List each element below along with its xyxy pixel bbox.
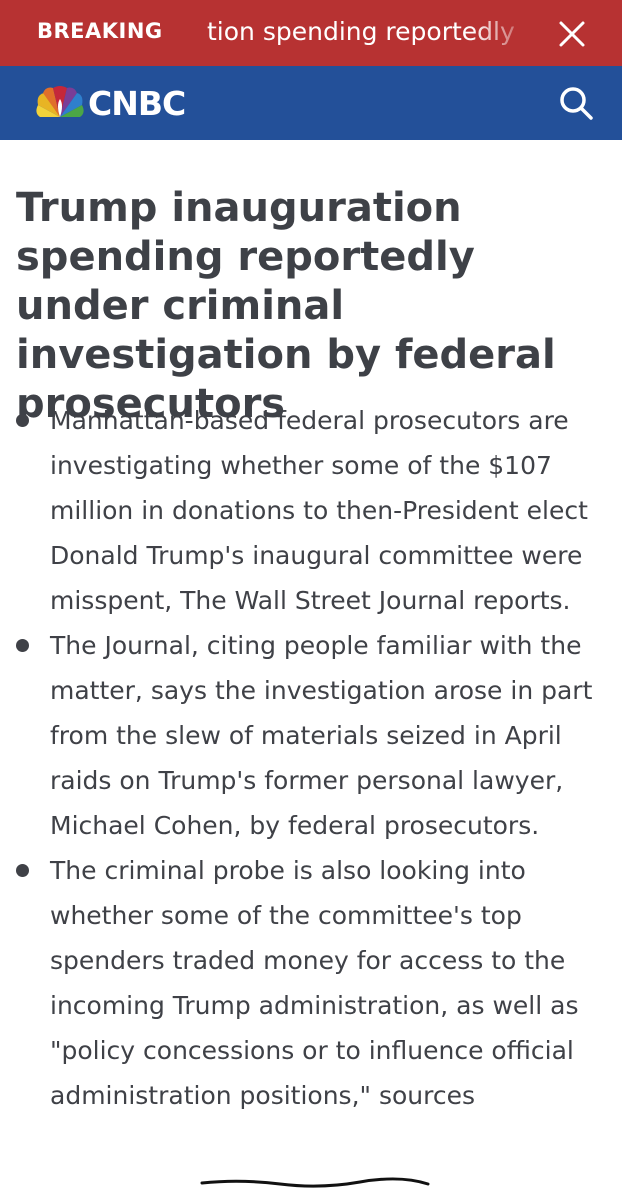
article-headline: Trump inauguration spending reportedly u… — [16, 185, 556, 427]
cnbc-logo[interactable]: CNBC — [34, 84, 186, 124]
breaking-news-banner[interactable]: BREAKING tion spending reportedly — [0, 0, 622, 66]
logo-text: CNBC — [88, 84, 186, 123]
key-point-text: The criminal probe is also looking into … — [50, 856, 579, 1110]
key-point-item: The criminal probe is also looking into … — [0, 848, 622, 1118]
site-header: CNBC — [0, 66, 622, 140]
bullet-icon — [16, 639, 29, 652]
bullet-icon — [16, 864, 29, 877]
handwritten-scribble — [200, 1177, 430, 1188]
key-point-text: The Journal, citing people familiar with… — [50, 631, 593, 840]
key-points-list: Manhattan-based federal prosecutors are … — [0, 398, 622, 1118]
close-icon[interactable] — [556, 18, 588, 50]
key-point-item: Manhattan-based federal prosecutors are … — [0, 398, 622, 623]
search-icon[interactable] — [556, 83, 596, 123]
breaking-ticker-text[interactable]: tion spending reportedly — [207, 17, 537, 46]
key-point-text: Manhattan-based federal prosecutors are … — [50, 406, 588, 615]
key-point-item: The Journal, citing people familiar with… — [0, 623, 622, 848]
breaking-label: BREAKING — [37, 19, 163, 43]
nbc-peacock-icon — [34, 85, 86, 124]
bullet-icon — [16, 414, 29, 427]
